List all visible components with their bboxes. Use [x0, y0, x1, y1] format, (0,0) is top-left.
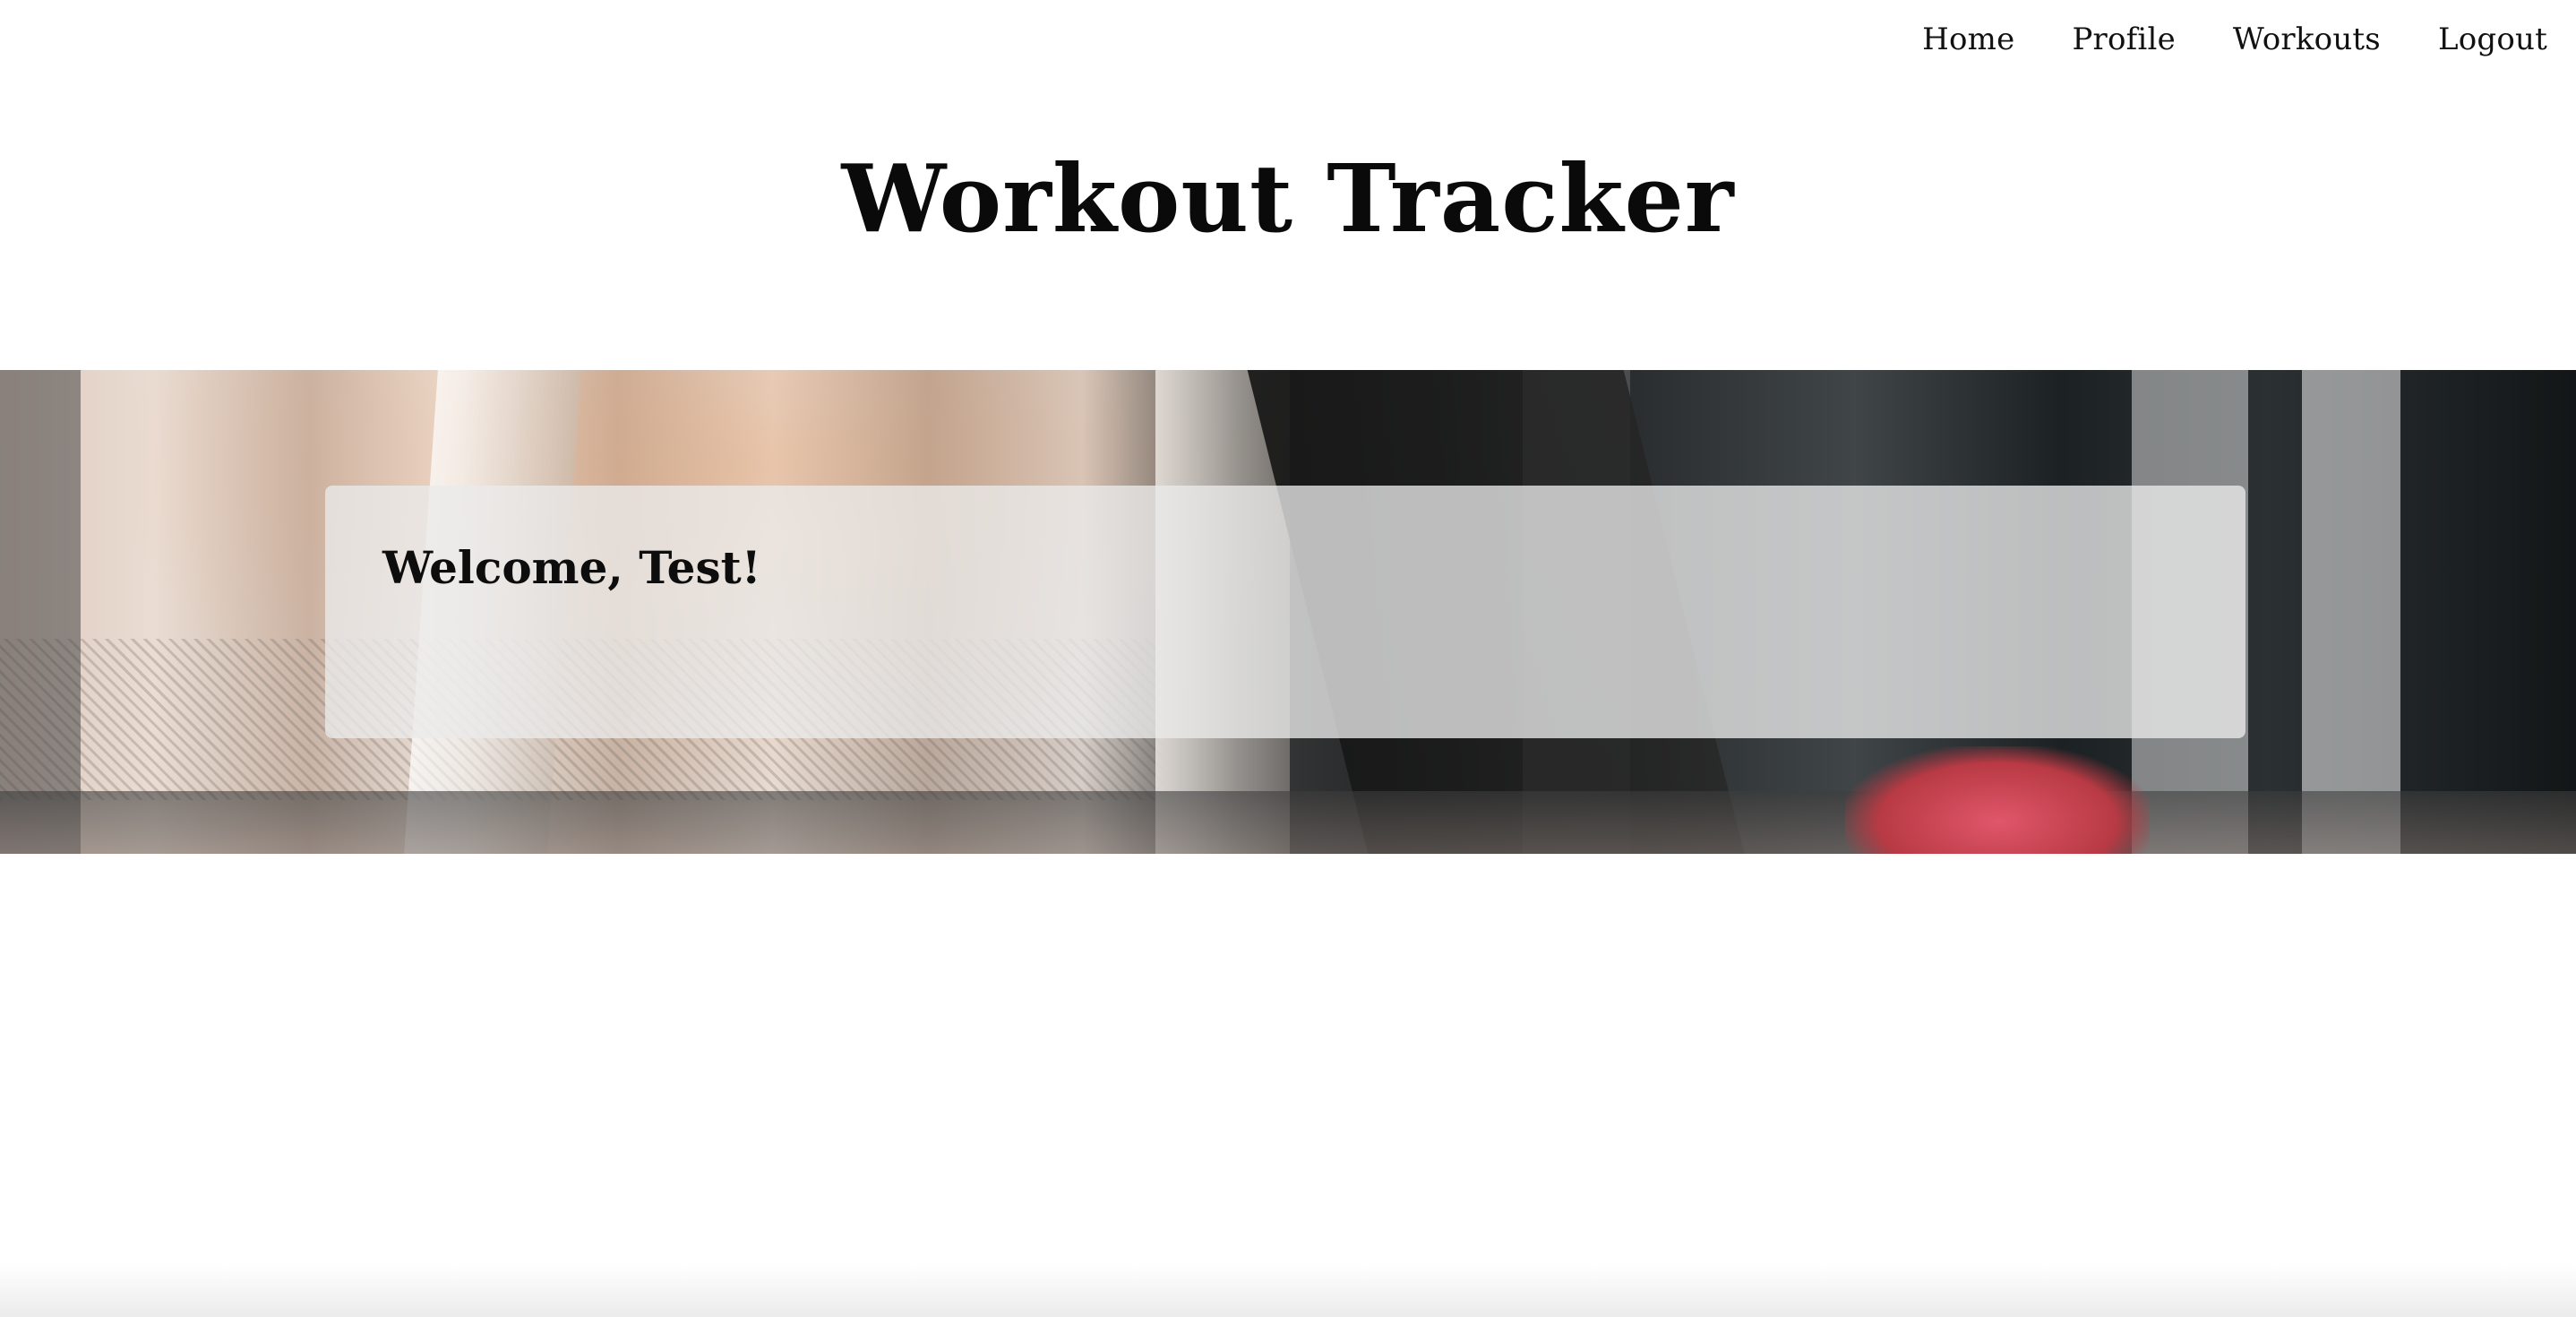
welcome-heading: Welcome, Test! [382, 541, 761, 594]
top-nav: Home Profile Workouts Logout [1922, 22, 2547, 57]
hero-photo-shoe [1845, 746, 2150, 854]
hero-photo-pillar [2302, 370, 2400, 854]
nav-link-profile[interactable]: Profile [2072, 22, 2175, 57]
hero-photo-pillar [0, 370, 81, 854]
nav-link-workouts[interactable]: Workouts [2233, 22, 2381, 57]
welcome-card: Welcome, Test! [325, 486, 2245, 738]
page-title: Workout Tracker [841, 143, 1735, 254]
nav-link-home[interactable]: Home [1922, 22, 2014, 57]
bottom-shadow [0, 1263, 2576, 1317]
page: Home Profile Workouts Logout Workout Tra… [0, 0, 2576, 1317]
hero-photo-floor [0, 791, 2576, 854]
nav-link-logout[interactable]: Logout [2438, 22, 2547, 57]
